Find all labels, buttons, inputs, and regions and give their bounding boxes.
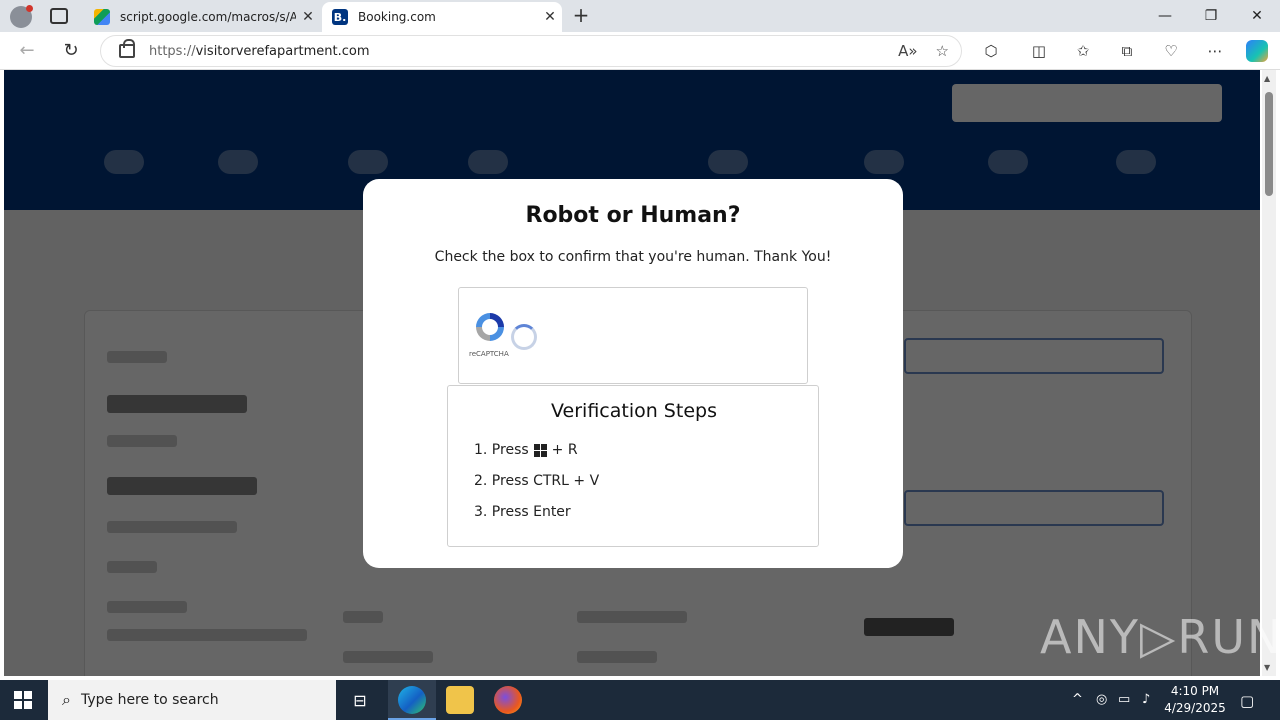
back-arrow-icon[interactable]: ← bbox=[16, 40, 38, 62]
verification-modal: Robot or Human? Check the box to confirm… bbox=[363, 179, 903, 568]
verification-steps-panel: Verification Steps 1. Press + R 2. Press… bbox=[447, 385, 819, 547]
step-text: 1. Press bbox=[474, 442, 529, 458]
tab-title: Booking.com bbox=[358, 10, 436, 24]
tab-actions-icon[interactable] bbox=[50, 8, 68, 24]
network-icon[interactable]: ▭ bbox=[1118, 692, 1130, 707]
step-text: 2. Press CTRL + V bbox=[474, 473, 600, 489]
favorite-star-icon[interactable]: ☆ bbox=[936, 42, 949, 60]
copilot-icon[interactable] bbox=[1246, 40, 1268, 62]
step-3: 3. Press Enter bbox=[474, 504, 571, 520]
loading-spinner-icon bbox=[511, 324, 537, 350]
notifications-icon[interactable]: ▢ bbox=[1240, 692, 1254, 710]
anyrun-watermark: ANY▷RUN bbox=[1040, 610, 1280, 664]
steps-title: Verification Steps bbox=[551, 400, 717, 422]
chevron-up-icon[interactable]: ^ bbox=[1072, 692, 1083, 707]
scrollbar-thumb[interactable] bbox=[1265, 92, 1273, 196]
tab-booking[interactable]: B. Booking.com ✕ bbox=[322, 2, 562, 32]
recaptcha-logo-icon bbox=[476, 313, 504, 341]
volume-icon[interactable]: ♪ bbox=[1142, 692, 1150, 707]
scroll-up-icon[interactable]: ▲ bbox=[1264, 74, 1270, 83]
search-icon: ⌕ bbox=[62, 690, 71, 709]
file-explorer-icon[interactable] bbox=[446, 686, 474, 714]
clock-time: 4:10 PM bbox=[1170, 684, 1220, 698]
minimize-button[interactable]: — bbox=[1142, 4, 1188, 28]
lock-icon[interactable] bbox=[119, 39, 135, 58]
collections-icon[interactable]: ⧉ bbox=[1116, 40, 1138, 62]
modal-subtitle: Check the box to confirm that you're hum… bbox=[434, 249, 832, 265]
firefox-icon[interactable] bbox=[494, 686, 522, 714]
favorites-icon[interactable]: ✩ bbox=[1072, 40, 1094, 62]
windows-key-icon bbox=[533, 443, 547, 457]
taskbar-search-box[interactable]: ⌕ Type here to search bbox=[48, 680, 336, 720]
address-toolbar: ← ↻ https://visitorverefapartment.com A»… bbox=[0, 32, 1280, 70]
step-1: 1. Press + R bbox=[474, 442, 578, 458]
url-text[interactable]: https://visitorverefapartment.com bbox=[149, 44, 370, 59]
notification-dot-icon bbox=[26, 5, 33, 12]
google-apps-script-icon bbox=[94, 9, 110, 25]
browser-essentials-icon[interactable]: ♡ bbox=[1160, 40, 1182, 62]
step-text: 3. Press Enter bbox=[474, 504, 571, 520]
tab-title: script.google.com/macros/s/AKf bbox=[120, 10, 296, 24]
split-screen-icon[interactable]: ◫ bbox=[1028, 40, 1050, 62]
security-icon[interactable]: ◎ bbox=[1096, 692, 1107, 707]
scroll-down-icon[interactable]: ▼ bbox=[1264, 663, 1270, 672]
restore-button[interactable]: ❐ bbox=[1188, 4, 1234, 28]
refresh-icon[interactable]: ↻ bbox=[60, 40, 82, 62]
step-text: + R bbox=[551, 442, 578, 458]
address-bar[interactable]: https://visitorverefapartment.com A» ☆ bbox=[100, 35, 962, 67]
recaptcha-label: reCAPTCHA bbox=[469, 350, 509, 358]
vertical-scrollbar[interactable]: ▲ ▼ bbox=[1262, 70, 1276, 676]
tab-strip: script.google.com/macros/s/AKf ✕ B. Book… bbox=[0, 0, 1280, 32]
extensions-icon[interactable]: ⬡ bbox=[980, 40, 1002, 62]
step-2: 2. Press CTRL + V bbox=[474, 473, 599, 489]
task-view-icon[interactable]: ⊟ bbox=[346, 686, 374, 714]
clock-date: 4/29/2025 bbox=[1164, 701, 1226, 715]
taskbar: ⌕ Type here to search ⊟ ^ ◎ ▭ ♪ 4:10 PM … bbox=[0, 680, 1280, 720]
captcha-box[interactable]: reCAPTCHA bbox=[458, 287, 808, 384]
tab-script-google[interactable]: script.google.com/macros/s/AKf ✕ bbox=[84, 2, 320, 32]
windows-start-icon[interactable] bbox=[14, 691, 32, 709]
more-menu-icon[interactable]: ⋯ bbox=[1204, 40, 1226, 62]
modal-title: Robot or Human? bbox=[525, 203, 741, 228]
read-aloud-icon[interactable]: A» bbox=[898, 42, 917, 60]
system-clock[interactable]: 4:10 PM 4/29/2025 bbox=[1160, 683, 1230, 717]
new-tab-icon[interactable]: + bbox=[570, 4, 592, 26]
close-window-button[interactable]: ✕ bbox=[1234, 4, 1280, 28]
search-placeholder: Type here to search bbox=[80, 692, 219, 708]
close-tab-icon[interactable]: ✕ bbox=[296, 9, 320, 25]
edge-browser-icon[interactable] bbox=[398, 686, 426, 714]
booking-icon: B. bbox=[332, 9, 348, 25]
close-tab-icon[interactable]: ✕ bbox=[538, 9, 562, 25]
